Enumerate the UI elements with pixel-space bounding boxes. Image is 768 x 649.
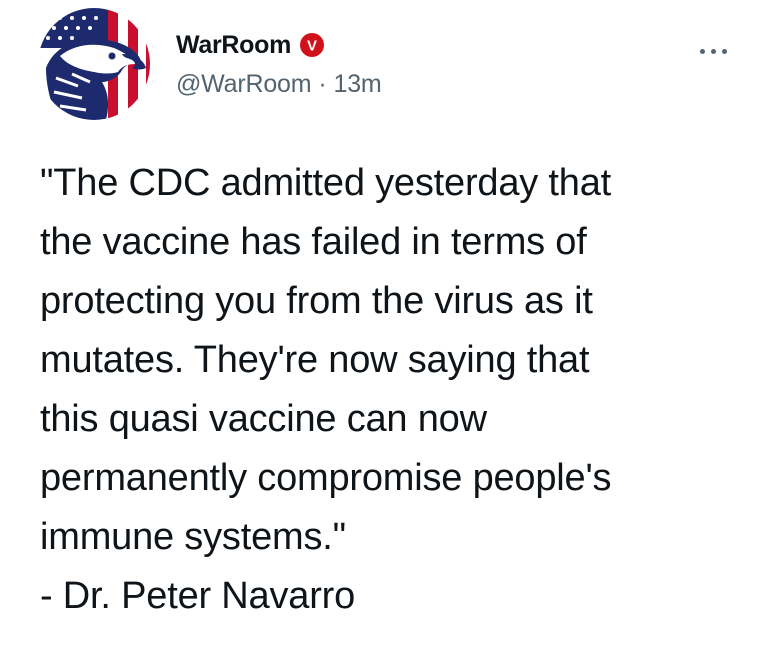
tweet-text-line: - Dr. Peter Navarro: [40, 575, 356, 617]
display-name[interactable]: WarRoom: [176, 31, 291, 60]
tweet-text-line: this quasi vaccine can now: [40, 398, 487, 440]
more-options-button[interactable]: [690, 38, 736, 64]
tweet-text-line: protecting you from the virus as it: [40, 280, 593, 322]
more-dots-icon: [699, 48, 705, 54]
tweet-text: "The CDC admitted yesterday that the vac…: [40, 154, 750, 626]
post-timestamp[interactable]: 13m: [334, 70, 382, 99]
handle-separator: ·: [318, 70, 327, 98]
author-block: WarRoom V @WarRoom · 13m: [176, 28, 382, 99]
eagle-flag-icon: [38, 8, 150, 120]
tweet-text-line: permanently compromise people's: [40, 457, 612, 499]
more-dots-icon: [721, 48, 727, 54]
profile-avatar[interactable]: [38, 8, 150, 120]
badge-letter: V: [307, 38, 317, 55]
more-dots-icon: [710, 48, 716, 54]
verified-badge-icon: V: [300, 33, 325, 57]
tweet-card: WarRoom V @WarRoom · 13m "The CDC admitt…: [0, 0, 768, 649]
tweet-text-line: mutates. They're now saying that: [40, 339, 590, 381]
author-name-row[interactable]: WarRoom V: [176, 28, 382, 62]
handle-row: @WarRoom · 13m: [176, 70, 382, 99]
author-handle[interactable]: @WarRoom: [176, 70, 312, 99]
tweet-text-line: "The CDC admitted yesterday that: [40, 162, 612, 204]
tweet-text-line: the vaccine has failed in terms of: [40, 221, 587, 263]
tweet-text-line: immune systems.": [40, 516, 346, 558]
